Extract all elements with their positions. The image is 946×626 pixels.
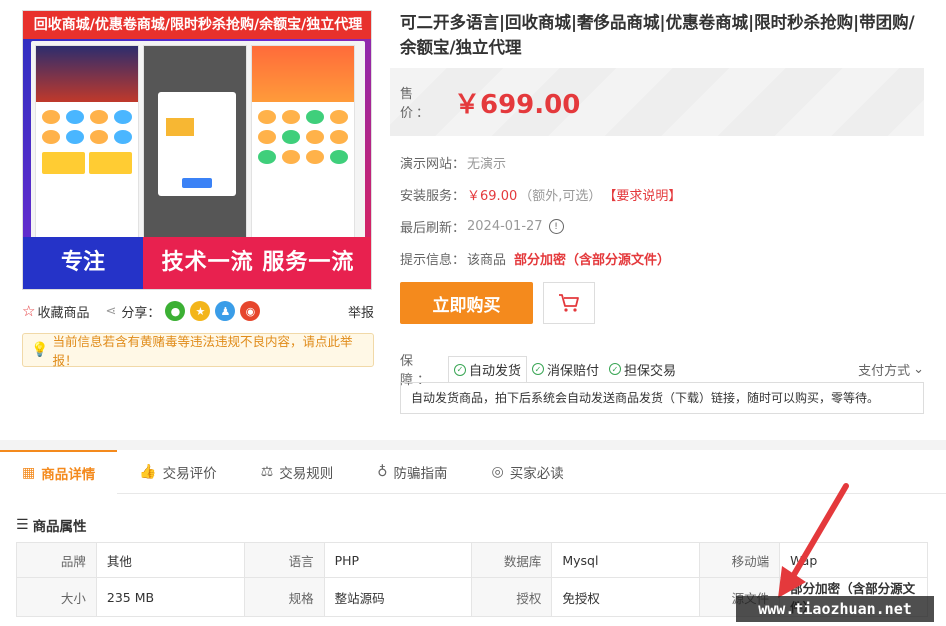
guarantee-consumer-protection[interactable]: ✓ 消保赔付 — [527, 356, 604, 382]
attributes-heading: ☰ 商品属性 — [16, 515, 87, 535]
attr-key: 数据库 — [471, 542, 553, 578]
guarantee-auto-delivery[interactable]: ✓ 自动发货 — [448, 356, 528, 382]
tab-anti-fraud-guide[interactable]: ♁ 防骗指南 — [355, 450, 469, 494]
check-icon: ✓ — [609, 363, 622, 375]
tab-label: 交易评价 — [162, 465, 217, 482]
share-icon: ⋖ — [105, 303, 117, 319]
report-link[interactable]: 举报 — [348, 302, 374, 321]
bulb-icon: ♁ — [377, 463, 388, 480]
attr-value: 235 MB — [95, 577, 245, 617]
banner-slogan-right: 技术一流 服务一流 — [143, 237, 371, 289]
product-title: 可二开多语言|回收商城|奢侈品商城|优惠卷商城|限时秒杀抢购|带团购/余额宝/独… — [400, 13, 915, 57]
clock-icon[interactable]: ! — [548, 219, 564, 234]
guarantee-description: 自动发货商品，拍下后系统会自动发送商品发货（下载）链接，随时可以购买，零等待。 — [400, 382, 924, 414]
phone-mockup-home — [35, 45, 139, 243]
price-box: 售 价： ￥699.00 — [390, 68, 924, 136]
scale-icon: ⚖ — [260, 463, 274, 480]
tab-product-details[interactable]: ▦ 商品详情 — [0, 449, 118, 494]
notice-text: 当前信息若含有黄赌毒等违法违规不良内容，请点此举报！ — [52, 334, 353, 368]
demo-site-row: 演示网站： 无演示 — [400, 153, 506, 172]
tip-label: 提示信息： — [400, 253, 466, 268]
grid-icon: ▦ — [22, 464, 36, 481]
guarantee-row: 保 障： ✓ 自动发货 ✓ 消保赔付 ✓ 担保交易 支付方式 ⌄ — [400, 354, 924, 388]
report-notice[interactable]: 💡 当前信息若含有黄赌毒等违法违规不良内容，请点此举报！ — [22, 333, 374, 368]
tab-label: 商品详情 — [41, 466, 96, 483]
install-service-row: 安装服务： ￥69.00 （额外,可选） 【要求说明】 — [400, 185, 681, 204]
install-requirements-link[interactable]: 【要求说明】 — [603, 185, 681, 204]
favorite-label: 收藏商品 — [37, 305, 90, 321]
tip-row: 提示信息： 该商品 部分加密（含部分源文件） — [400, 249, 670, 268]
payment-methods-label: 支付方式 — [858, 363, 911, 379]
tab-trade-rules[interactable]: ⚖ 交易规则 — [239, 450, 356, 494]
add-to-cart-button[interactable] — [543, 282, 595, 324]
guarantee-item-label: 担保交易 — [624, 363, 677, 379]
payment-methods-dropdown[interactable]: 支付方式 ⌄ — [858, 360, 924, 379]
refresh-row: 最后刷新： 2024-01-27 ! — [400, 217, 564, 236]
qzone-star-icon[interactable]: ★ — [190, 301, 211, 321]
weibo-icon[interactable]: ◉ — [240, 301, 261, 321]
tab-reviews[interactable]: 👍 交易评价 — [117, 450, 238, 494]
action-row: ☆ 收藏商品 ⋖ 分享： ● ★ ♟ ◉ 举报 — [22, 300, 374, 322]
check-icon: ✓ — [454, 363, 466, 376]
attributes-title: 商品属性 — [32, 519, 87, 535]
guarantee-item-label: 消保赔付 — [547, 363, 600, 379]
tab-label: 买家必读 — [509, 465, 564, 482]
phone-mockup-profile — [251, 45, 355, 243]
tip-highlight: 部分加密（含部分源文件） — [514, 253, 671, 268]
attr-value: PHP — [323, 542, 473, 578]
attr-value: 免授权 — [551, 577, 701, 617]
demo-label: 演示网站： — [400, 157, 466, 172]
check-icon: ✓ — [532, 363, 545, 375]
price-label: 售 价： — [400, 87, 433, 121]
guarantee-item-label: 自动发货 — [469, 364, 522, 379]
watermark: www.tiaozhuan.net — [736, 596, 934, 622]
tab-label: 交易规则 — [279, 465, 334, 482]
demo-value: 无演示 — [467, 157, 507, 172]
price-value: ￥699.00 — [454, 89, 581, 120]
attr-value: Mysql — [551, 542, 701, 578]
attr-value: 其他 — [95, 542, 245, 578]
buy-now-button[interactable]: 立即购买 — [400, 282, 533, 324]
phone-mockup-dialog — [143, 45, 247, 243]
attr-key: 规格 — [243, 577, 325, 617]
target-icon: ◎ — [491, 463, 504, 480]
attr-key: 授权 — [471, 577, 553, 617]
annotation-arrow-icon — [778, 483, 849, 598]
cart-icon — [559, 294, 579, 312]
product-banner-image[interactable]: 回收商城/优惠卷商城/限时秒杀抢购/余额宝/独立代理 专注 技术一流 服务一流 — [22, 10, 372, 290]
attr-key: 语言 — [243, 542, 325, 578]
attr-value: 整站源码 — [323, 577, 473, 617]
attr-key: 移动端 — [699, 542, 781, 578]
tip-value: 该商品 — [467, 253, 507, 268]
tab-label: 防骗指南 — [393, 465, 448, 482]
banner-slogan-left: 专注 — [23, 237, 143, 289]
attr-key: 品牌 — [16, 542, 97, 578]
section-separator — [0, 440, 946, 450]
favorite-button[interactable]: ☆ 收藏商品 — [22, 302, 89, 321]
list-icon: ☰ — [16, 517, 29, 533]
star-icon: ☆ — [22, 302, 36, 320]
refresh-label: 最后刷新： — [400, 221, 466, 236]
refresh-value: 2024-01-27 — [467, 219, 543, 234]
tab-buyer-notes[interactable]: ◎ 买家必读 — [470, 450, 586, 494]
banner-title: 回收商城/优惠卷商城/限时秒杀抢购/余额宝/独立代理 — [23, 11, 371, 39]
qq-icon[interactable]: ♟ — [215, 301, 236, 321]
wechat-icon[interactable]: ● — [165, 301, 186, 321]
thumb-icon: 👍 — [139, 463, 157, 480]
bulb-icon: 💡 — [31, 342, 49, 358]
install-price: ￥69.00 — [467, 189, 518, 204]
install-note: （额外,可选） — [519, 189, 602, 204]
share-group: ⋖ 分享： ● ★ ♟ ◉ — [105, 301, 261, 321]
attr-key: 大小 — [16, 577, 97, 617]
share-label: 分享： — [121, 305, 161, 321]
install-label: 安装服务： — [400, 189, 466, 204]
guarantee-escrow[interactable]: ✓ 担保交易 — [604, 356, 681, 382]
banner-screens — [31, 41, 365, 247]
chevron-down-icon: ⌄ — [913, 361, 924, 377]
